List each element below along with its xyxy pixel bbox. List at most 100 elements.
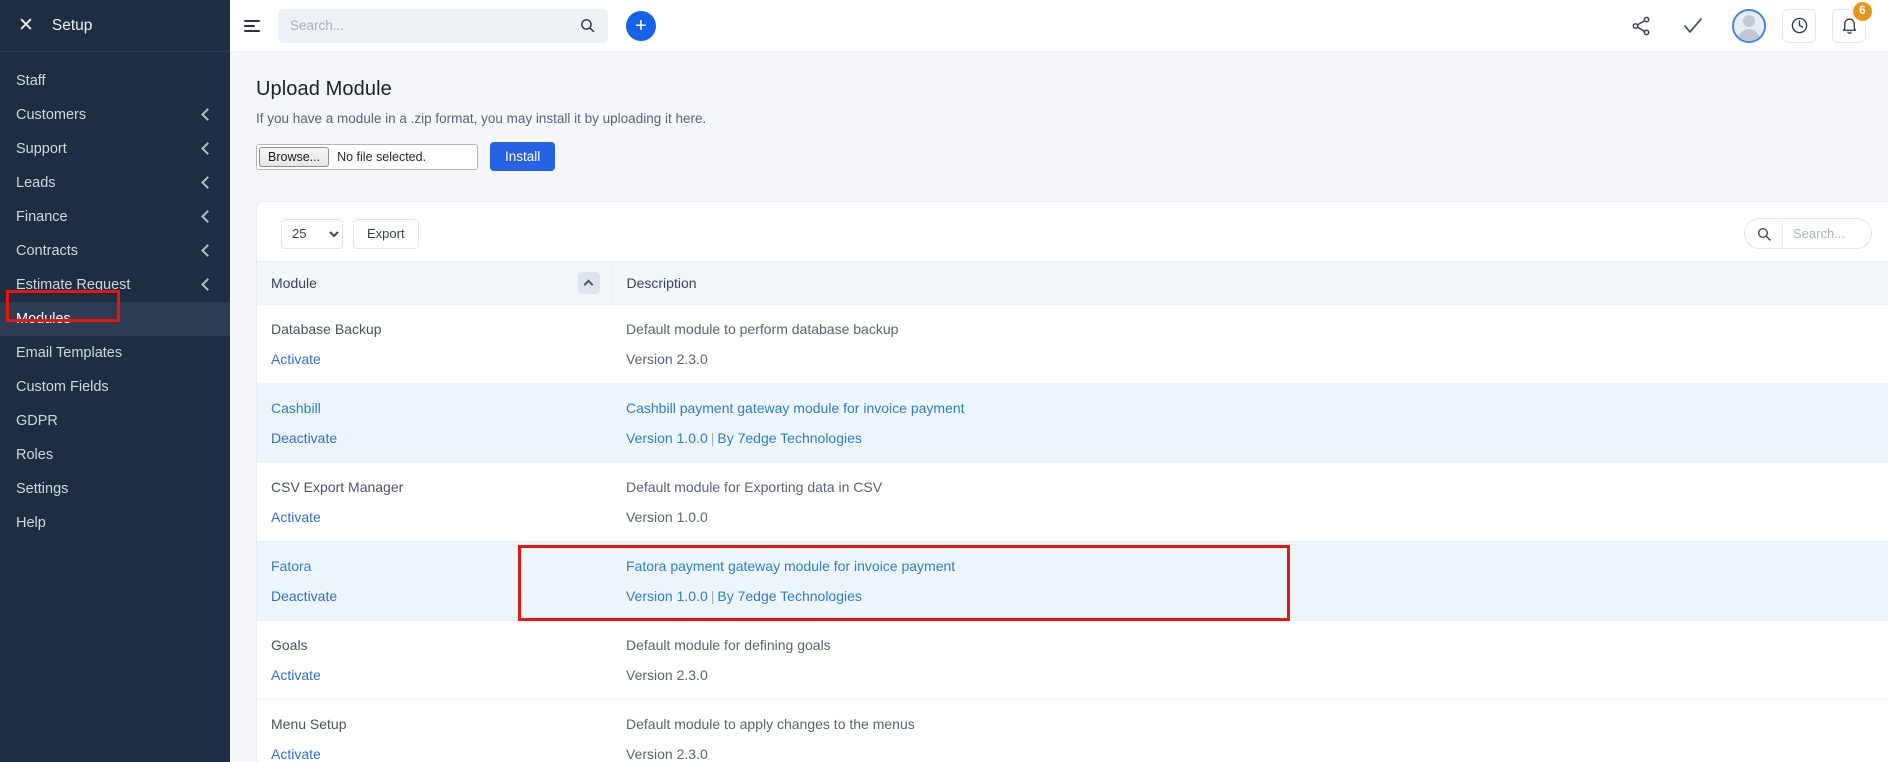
cell-description: Default module for Exporting data in CSV… xyxy=(612,463,1888,542)
cell-description: Default module to perform database backu… xyxy=(612,305,1888,384)
modules-card: 25 Export Search... Module Description D… xyxy=(256,201,1888,762)
chevron-left-icon xyxy=(200,245,212,257)
sidebar-item-custom-fields[interactable]: Custom Fields xyxy=(0,370,230,404)
bell-icon[interactable]: 6 xyxy=(1832,1,1872,43)
cell-module: Fatora Deactivate xyxy=(257,542,612,621)
avatar[interactable] xyxy=(1732,8,1766,43)
notification-badge: 6 xyxy=(1853,1,1872,21)
column-header-module[interactable]: Module xyxy=(257,261,613,305)
page-size-select[interactable]: 25 xyxy=(281,218,343,249)
avatar-image xyxy=(1734,10,1764,41)
search-icon[interactable] xyxy=(579,17,596,34)
sidebar-item-label: Contracts xyxy=(16,243,79,259)
upload-row: Browse... No file selected. Install xyxy=(256,142,1866,171)
search-icon[interactable] xyxy=(1745,219,1783,248)
table-head: Module Description xyxy=(257,261,1888,305)
app-root: ✕ Setup Staff Customers Support Leads Fi… xyxy=(0,0,1888,762)
sidebar: ✕ Setup Staff Customers Support Leads Fi… xyxy=(0,0,230,762)
module-version: Version 2.3.0 xyxy=(626,667,708,683)
chevron-left-icon xyxy=(200,279,212,291)
module-action-link[interactable]: Activate xyxy=(271,667,612,683)
table-header-row: Module Description xyxy=(257,261,1888,305)
sidebar-item-estimate-request[interactable]: Estimate Request xyxy=(0,268,230,302)
sidebar-item-modules[interactable]: Modules xyxy=(0,302,230,336)
module-description: Default module for defining goals xyxy=(626,637,831,653)
hamburger-icon[interactable] xyxy=(244,17,266,35)
sidebar-item-gdpr[interactable]: GDPR xyxy=(0,404,230,438)
table-row[interactable]: Menu Setup Activate Default module to ap… xyxy=(257,700,1888,762)
global-search[interactable] xyxy=(278,8,608,43)
module-action-link[interactable]: Deactivate xyxy=(271,430,612,446)
check-icon[interactable] xyxy=(1680,13,1706,39)
table-row[interactable]: CSV Export Manager Activate Default modu… xyxy=(257,463,1888,542)
module-name[interactable]: Cashbill xyxy=(271,400,612,416)
module-name: CSV Export Manager xyxy=(271,479,404,495)
table-body: Database Backup Activate Default module … xyxy=(257,305,1888,762)
file-name-label: No file selected. xyxy=(337,149,427,164)
column-header-description[interactable]: Description xyxy=(612,261,1888,305)
sidebar-item-label: Staff xyxy=(16,73,46,89)
module-version: Version 1.0.0 xyxy=(626,509,708,525)
chevron-left-icon xyxy=(200,177,212,189)
sidebar-item-finance[interactable]: Finance xyxy=(0,200,230,234)
table-row-fatora[interactable]: Fatora Deactivate Fatora payment gateway… xyxy=(257,541,1888,621)
sidebar-item-support[interactable]: Support xyxy=(0,132,230,166)
toolbar-left: 25 Export xyxy=(281,218,419,249)
module-description: Default module to perform database backu… xyxy=(626,321,899,337)
share-icon[interactable] xyxy=(1628,13,1654,39)
table-search-input[interactable] xyxy=(1783,219,1871,248)
top-bar: + xyxy=(230,0,1888,52)
module-description: Default module to apply changes to the m… xyxy=(626,716,915,732)
page-subtitle: If you have a module in a .zip format, y… xyxy=(256,111,707,126)
clock-icon[interactable] xyxy=(1782,8,1816,43)
chevron-left-icon xyxy=(200,109,212,121)
table-toolbar: 25 Export xyxy=(257,202,1888,261)
add-button[interactable]: + xyxy=(626,10,656,41)
module-description: Default module for Exporting data in CSV xyxy=(626,479,883,495)
module-name[interactable]: Fatora xyxy=(271,558,612,574)
cell-description: Default module for defining goals Versio… xyxy=(612,621,1888,700)
cell-module: Database Backup Activate xyxy=(257,305,612,384)
cell-module: Cashbill Deactivate xyxy=(257,384,612,463)
search-input[interactable] xyxy=(290,18,579,33)
table-row[interactable]: Goals Activate Default module for defini… xyxy=(257,621,1888,700)
module-action-link[interactable]: Deactivate xyxy=(271,588,612,604)
sidebar-item-customers[interactable]: Customers xyxy=(0,98,230,132)
chevron-left-icon xyxy=(200,211,212,223)
module-action-link[interactable]: Activate xyxy=(271,351,612,367)
cell-module: Menu Setup Activate xyxy=(257,700,612,762)
sidebar-item-label: Email Templates xyxy=(16,345,123,361)
browse-button[interactable]: Browse... xyxy=(259,146,330,167)
cell-description: Cashbill payment gateway module for invo… xyxy=(612,384,1888,463)
cell-description: Default module to apply changes to the m… xyxy=(612,700,1888,762)
cell-module: Goals Activate xyxy=(257,621,612,700)
file-input[interactable]: Browse... No file selected. xyxy=(256,143,478,170)
chevron-left-icon xyxy=(200,143,212,155)
sort-asc-icon[interactable] xyxy=(577,272,600,294)
module-author: By 7edge Technologies xyxy=(717,430,862,446)
sidebar-item-leads[interactable]: Leads xyxy=(0,166,230,200)
install-button[interactable]: Install xyxy=(490,142,556,171)
module-author: By 7edge Technologies xyxy=(717,588,862,604)
sidebar-item-contracts[interactable]: Contracts xyxy=(0,234,230,268)
close-icon[interactable]: ✕ xyxy=(18,16,34,35)
module-version: Version 1.0.0 xyxy=(626,588,708,604)
sidebar-item-email-templates[interactable]: Email Templates xyxy=(0,336,230,370)
sidebar-nav: Staff Customers Support Leads Finance Co… xyxy=(0,52,230,540)
table-row[interactable]: Database Backup Activate Default module … xyxy=(257,305,1888,384)
column-header-label: Module xyxy=(271,275,317,291)
sidebar-item-label: Estimate Request xyxy=(16,277,131,293)
column-header-label: Description xyxy=(626,275,697,291)
sidebar-item-settings[interactable]: Settings xyxy=(0,472,230,506)
module-action-link[interactable]: Activate xyxy=(271,746,612,762)
table-row[interactable]: Cashbill Deactivate Cashbill payment gat… xyxy=(257,383,1888,463)
module-version: Version 1.0.0 xyxy=(626,430,708,446)
sidebar-item-help[interactable]: Help xyxy=(0,506,230,540)
module-action-link[interactable]: Activate xyxy=(271,509,612,525)
sidebar-item-staff[interactable]: Staff xyxy=(0,64,230,98)
module-version: Version 2.3.0 xyxy=(626,746,708,762)
modules-table: Module Description Database Backup Activ… xyxy=(257,261,1888,762)
export-button[interactable]: Export xyxy=(353,218,419,249)
sidebar-item-roles[interactable]: Roles xyxy=(0,438,230,472)
table-search[interactable] xyxy=(1744,218,1872,249)
